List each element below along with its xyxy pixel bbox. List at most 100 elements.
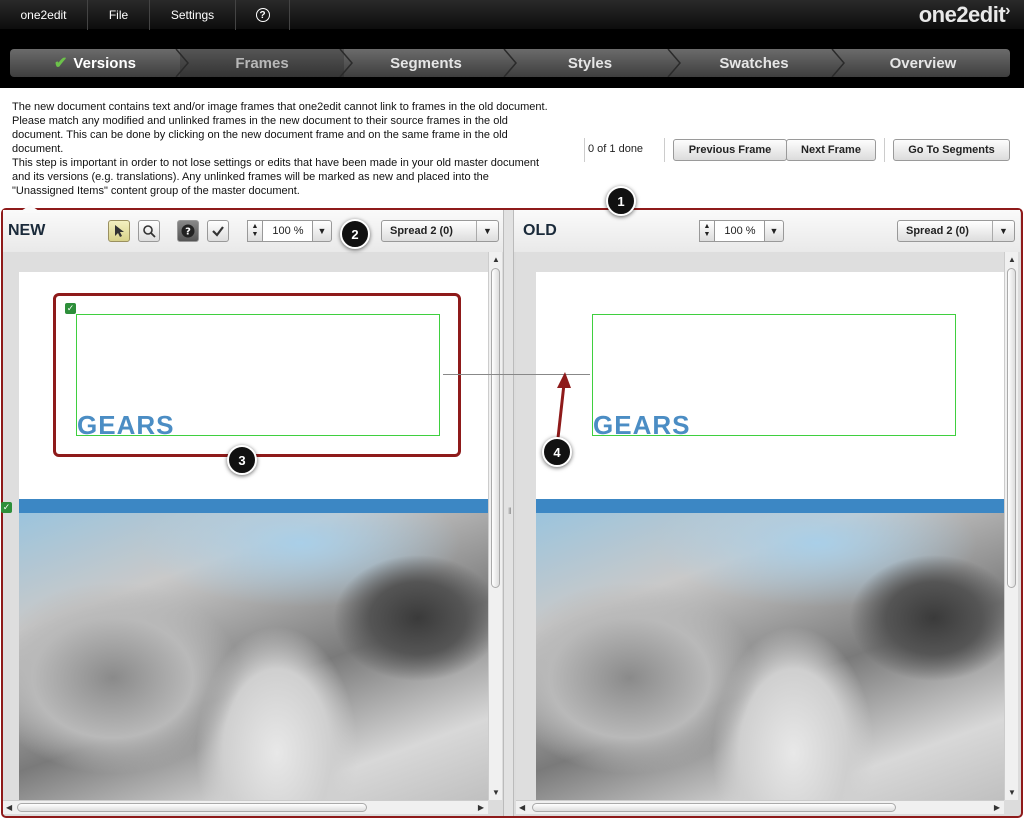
instruction-line: Please match any modified and unlinked f… [12, 115, 508, 127]
old-horizontal-scrollbar[interactable]: ◀ ▶ [516, 800, 1004, 814]
magnifier-icon [143, 225, 156, 238]
wizard-step-swatches[interactable]: Swatches [672, 49, 836, 77]
pointer-icon [115, 225, 124, 237]
menu-file[interactable]: File [88, 0, 150, 30]
instruction-line: and its versions (e.g. translations). An… [12, 171, 489, 183]
callout-1: 1 [606, 186, 636, 216]
scroll-thumb[interactable] [17, 803, 367, 812]
instruction-line: This step is important in order to not l… [12, 157, 540, 169]
zoom-tool-button[interactable] [138, 220, 160, 242]
blue-banner [19, 499, 488, 513]
zoom-stepper[interactable]: ▲ ▼ [247, 220, 263, 242]
new-vertical-scrollbar[interactable]: ▲ ▼ [488, 252, 502, 800]
step-separator [831, 49, 845, 77]
arrow-up-icon: ▲ [251, 223, 259, 230]
instruction-line: "Unassigned Items" content group of the … [12, 185, 300, 197]
spread-label: Spread 2 (0) [906, 225, 969, 237]
logo-mark-icon: › [1005, 2, 1010, 19]
instruction-line: document. This can be done by clicking o… [12, 129, 508, 141]
wizard-step-versions[interactable]: ✔ Versions [10, 49, 180, 77]
app-logo: one2edit› [918, 2, 1011, 28]
old-zoom-dropdown[interactable]: ▼ [764, 220, 784, 242]
arrow-down-icon: ▼ [703, 231, 711, 238]
new-panel-title: NEW [8, 222, 46, 239]
new-horizontal-scrollbar[interactable]: ◀ ▶ [3, 800, 488, 814]
scroll-left-icon: ◀ [6, 803, 13, 812]
old-spread-select[interactable]: Spread 2 (0) ▼ [897, 220, 1015, 242]
step-separator [503, 49, 517, 77]
previous-frame-button[interactable]: Previous Frame [673, 139, 787, 161]
old-panel-title: OLD [523, 222, 557, 239]
wizard-step-label: Frames [235, 54, 289, 72]
arrow-up-icon: ▲ [703, 223, 711, 230]
menu-settings[interactable]: Settings [150, 0, 236, 30]
divider [884, 138, 885, 162]
chevron-down-icon: ▼ [769, 226, 779, 236]
step-separator [175, 49, 189, 77]
scroll-right-icon: ▶ [477, 803, 484, 812]
progress-status: 0 of 1 done [588, 143, 644, 155]
gears-photo[interactable] [536, 513, 1004, 800]
top-menu-bar: one2edit File Settings ? one2edit› [0, 0, 1024, 30]
scroll-down-icon: ▼ [1008, 788, 1016, 797]
old-document-canvas[interactable]: GEARS [516, 252, 1004, 800]
scroll-right-icon: ▶ [993, 803, 1000, 812]
divider [664, 138, 665, 162]
spread-label: Spread 2 (0) [390, 225, 453, 237]
scroll-up-icon: ▲ [1008, 255, 1016, 264]
annotation-arrow-icon [556, 372, 571, 439]
scroll-left-icon: ◀ [519, 803, 526, 812]
wizard-step-frames[interactable]: Frames [180, 49, 344, 77]
menu-settings-label: Settings [170, 8, 215, 22]
step-separator [339, 49, 353, 77]
wizard-step-label: Swatches [719, 54, 789, 72]
menu-file-label: File [108, 8, 129, 22]
scroll-thumb[interactable] [1007, 268, 1016, 588]
svg-text:?: ? [185, 227, 191, 238]
checkmark-icon: ✔ [54, 55, 68, 72]
gears-photo[interactable] [19, 513, 488, 800]
old-zoom-input[interactable]: 100 % [715, 220, 765, 242]
help-icon: ? [255, 8, 270, 22]
checkmark-icon [212, 226, 224, 237]
scroll-thumb[interactable] [532, 803, 896, 812]
confirm-link-button[interactable] [207, 220, 229, 242]
scroll-down-icon: ▼ [492, 788, 500, 797]
instruction-line: The new document contains text and/or im… [12, 101, 548, 113]
scroll-thumb[interactable] [491, 268, 500, 588]
menu-one2edit-label: one2edit [20, 8, 67, 22]
chevron-down-icon: ▼ [317, 226, 327, 236]
new-zoom-dropdown[interactable]: ▼ [312, 220, 332, 242]
wizard-step-styles[interactable]: Styles [508, 49, 672, 77]
question-icon: ? [181, 224, 195, 238]
zoom-stepper[interactable]: ▲ ▼ [699, 220, 715, 242]
select-tool-button[interactable] [108, 220, 130, 242]
old-vertical-scrollbar[interactable]: ▲ ▼ [1004, 252, 1018, 800]
go-to-segments-button[interactable]: Go To Segments [893, 139, 1010, 161]
old-document-page: GEARS [536, 272, 1004, 800]
instructions-text: The new document contains text and/or im… [12, 100, 582, 198]
callout-3: 3 [227, 445, 257, 475]
chevron-down-icon: ▼ [476, 221, 498, 241]
scroll-up-icon: ▲ [492, 255, 500, 264]
wizard-step-overview[interactable]: Overview [836, 49, 1010, 77]
blue-banner [536, 499, 1004, 513]
wizard-step-label: Overview [889, 54, 957, 72]
unlinked-help-button[interactable]: ? [177, 220, 199, 242]
wizard-steps: ✔ Versions Frames Segments Styles Swatche… [10, 49, 1010, 77]
next-frame-button[interactable]: Next Frame [786, 139, 876, 161]
app-logo-text: one2edit [918, 2, 1006, 27]
new-zoom-input[interactable]: 100 % [263, 220, 313, 242]
wizard-step-segments[interactable]: Segments [344, 49, 508, 77]
wizard-step-label: Styles [567, 54, 613, 72]
highlight-new-frame [53, 293, 461, 457]
new-spread-select[interactable]: Spread 2 (0) ▼ [381, 220, 499, 242]
step-separator [667, 49, 681, 77]
menu-one2edit[interactable]: one2edit [0, 0, 88, 30]
wizard-step-label: Segments [390, 54, 462, 72]
wizard-step-label: Versions [73, 54, 136, 72]
arrow-down-icon: ▼ [251, 231, 259, 238]
splitter-grip-icon: ‖ [508, 506, 512, 516]
chevron-down-icon: ▼ [992, 221, 1014, 241]
menu-help[interactable]: ? [236, 0, 290, 30]
